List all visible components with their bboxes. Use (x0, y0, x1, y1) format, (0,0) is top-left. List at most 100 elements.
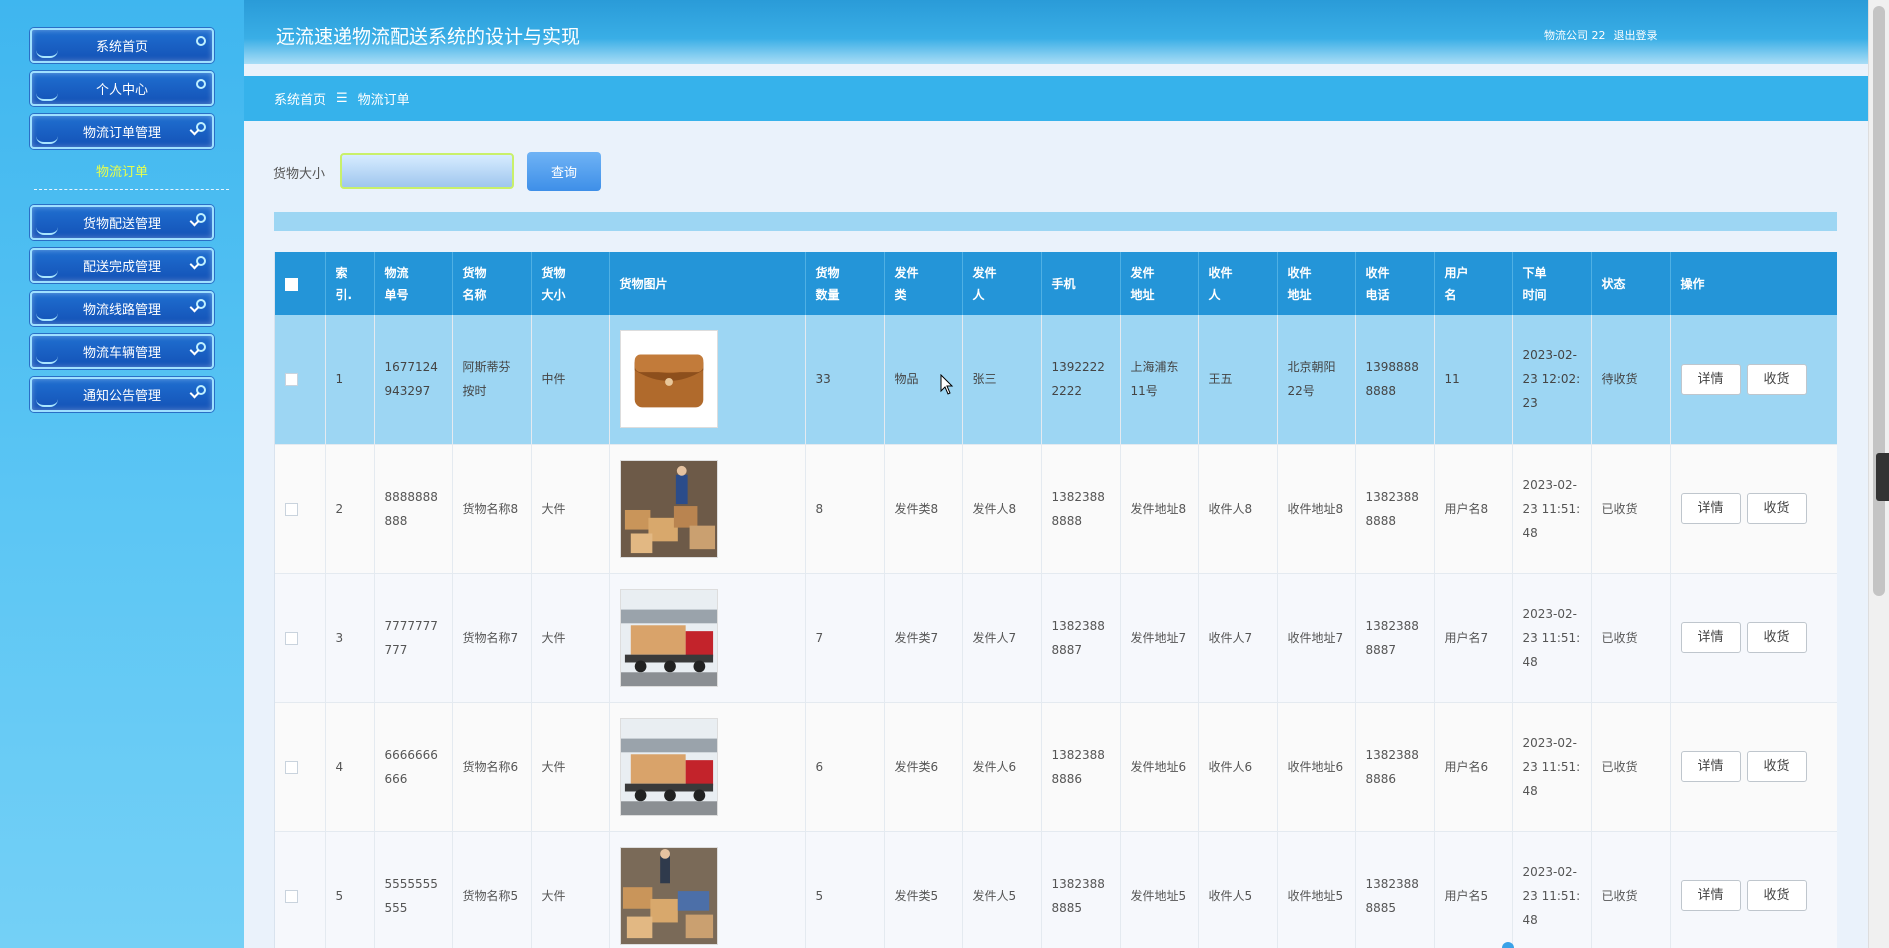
cell-name: 货物名称6 (452, 702, 532, 832)
breadcrumb-home[interactable]: 系统首页 (274, 89, 326, 108)
menu-vehicles[interactable]: 物流车辆管理 (30, 334, 214, 369)
menu-delivery[interactable]: 货物配送管理 (30, 205, 214, 240)
menu-label: 配送完成管理 (82, 260, 161, 275)
cell-index: 2 (325, 444, 375, 574)
cell-size: 中件 (531, 315, 610, 445)
truck-photo-icon[interactable] (619, 588, 718, 687)
detail-button[interactable]: 详情 (1680, 622, 1741, 653)
row-checkbox[interactable] (285, 631, 298, 645)
row-checkbox[interactable] (285, 760, 298, 774)
cell-type: 发件类8 (884, 444, 963, 574)
cell-status: 待收货 (1591, 315, 1671, 445)
cell-time: 2023-02-23 11:51:48 (1512, 831, 1592, 948)
cell-index: 3 (325, 573, 375, 703)
cell-username: 用户名8 (1434, 444, 1513, 574)
cell-status: 已收货 (1591, 444, 1671, 574)
cell-index: 1 (325, 315, 375, 445)
cell-qty: 33 (805, 315, 885, 445)
table-row[interactable]: 3 7777777777 货物名称7 大件 7 发件类7 发件人7 138238… (275, 573, 1837, 703)
receive-button[interactable]: 收货 (1746, 751, 1807, 782)
menu-notices[interactable]: 通知公告管理 (30, 377, 214, 412)
cell-actions: 详情 收货 (1670, 315, 1837, 445)
table-row[interactable]: 5 5555555555 货物名称5 大件 5 发件类5 发件人5 138238… (275, 831, 1837, 948)
receive-button[interactable]: 收货 (1746, 363, 1807, 395)
detail-button[interactable]: 详情 (1680, 751, 1741, 782)
cell-recv-phone: 13988888888 (1355, 315, 1435, 445)
sidebar: 系统首页 个人中心 物流订单管理 物流订单 货物配送管理 配送完成管理 物流线路… (0, 0, 244, 948)
back-to-top-icon[interactable] (1502, 942, 1514, 948)
menu-profile[interactable]: 个人中心 (30, 71, 214, 106)
cell-recv-phone: 13823888887 (1355, 573, 1435, 703)
detail-button[interactable]: 详情 (1680, 880, 1741, 911)
cell-send-addr: 发件地址7 (1120, 573, 1199, 703)
breadcrumb-current: 物流订单 (357, 93, 410, 108)
col-send-addr: 发件 地址 (1120, 252, 1199, 315)
scrollbar-thumb[interactable] (1873, 6, 1885, 596)
col-index: 索引. (325, 252, 375, 315)
cell-username: 11 (1434, 315, 1513, 445)
menu-orders[interactable]: 物流订单管理 (30, 114, 214, 149)
parcels-photo-icon[interactable] (619, 459, 718, 558)
receive-button[interactable]: 收货 (1746, 493, 1807, 524)
menu-routes[interactable]: 物流线路管理 (30, 291, 214, 326)
menu-completed[interactable]: 配送完成管理 (30, 248, 214, 283)
side-panel-tab[interactable] (1876, 453, 1889, 501)
breadcrumb: 系统首页 ☰ 物流订单 (244, 76, 1868, 121)
cell-actions: 详情 收货 (1670, 831, 1837, 948)
cell-time: 2023-02-23 12:02:23 (1512, 315, 1592, 445)
logout-link[interactable]: 退出登录 (1614, 29, 1658, 42)
col-qty: 货物 数量 (805, 252, 885, 315)
cell-name: 货物名称5 (452, 831, 532, 948)
cell-send-addr: 发件地址8 (1120, 444, 1199, 574)
col-sender: 发件人 (962, 252, 1042, 315)
cell-time: 2023-02-23 11:51:48 (1512, 444, 1592, 574)
detail-button[interactable]: 详情 (1680, 493, 1741, 524)
cell-recv-addr: 收件地址8 (1277, 444, 1356, 574)
cell-phone: 13922222222 (1041, 315, 1121, 445)
ornament-icon (36, 399, 58, 407)
cell-name: 货物名称7 (452, 573, 532, 703)
table-row[interactable]: 2 8888888888 货物名称8 大件 8 发件类8 发件人8 138238… (275, 444, 1837, 574)
cell-index: 4 (325, 702, 375, 832)
cell-recv-addr: 北京朝阳22号 (1277, 315, 1356, 445)
ornament-icon (36, 356, 58, 364)
size-search-input[interactable] (340, 153, 514, 189)
truck-photo-icon[interactable] (619, 717, 718, 816)
menu-label: 个人中心 (95, 83, 148, 98)
user-name: 物流公司 22 (1544, 29, 1606, 42)
cell-phone: 13823888887 (1041, 573, 1121, 703)
cell-time: 2023-02-23 11:51:48 (1512, 702, 1592, 832)
parcels-photo-icon[interactable] (619, 846, 718, 945)
row-checkbox[interactable] (285, 373, 298, 387)
receive-button[interactable]: 收货 (1746, 880, 1807, 911)
search-button[interactable]: 查询 (527, 152, 601, 191)
submenu-orders[interactable]: 物流订单 (30, 161, 214, 180)
cell-sender: 发件人5 (962, 831, 1042, 948)
bag-photo-icon[interactable] (619, 330, 718, 429)
cell-time: 2023-02-23 11:51:48 (1512, 573, 1592, 703)
row-checkbox[interactable] (285, 889, 298, 903)
user-area: 物流公司 22 退出登录 (1544, 27, 1658, 43)
cell-order-no: 5555555555 (374, 831, 453, 948)
cell-qty: 7 (805, 573, 885, 703)
select-all-checkbox[interactable] (285, 277, 298, 291)
cell-image (609, 444, 806, 574)
cell-sender: 张三 (962, 315, 1042, 445)
cell-order-no: 6666666666 (374, 702, 453, 832)
receive-button[interactable]: 收货 (1746, 622, 1807, 653)
table-row[interactable]: 4 6666666666 货物名称6 大件 6 发件类6 发件人6 138238… (275, 702, 1837, 832)
cell-image (609, 831, 806, 948)
cell-order-no: 1677124943297 (374, 315, 453, 445)
cell-qty: 5 (805, 831, 885, 948)
menu-home[interactable]: 系统首页 (30, 28, 214, 63)
col-receiver: 收件人 (1198, 252, 1278, 315)
row-checkbox[interactable] (285, 502, 298, 516)
cell-size: 大件 (531, 702, 610, 832)
row-select-cell (275, 444, 326, 574)
table-row[interactable]: 1 1677124943297 阿斯蒂芬按时 中件 33 物品 张三 13922… (275, 315, 1837, 445)
cell-actions: 详情 收货 (1670, 444, 1837, 574)
cell-receiver: 收件人8 (1198, 444, 1278, 574)
detail-button[interactable]: 详情 (1680, 363, 1741, 395)
header: 远流速递物流配送系统的设计与实现 物流公司 22 退出登录 (244, 0, 1868, 64)
ornament-icon (196, 79, 206, 89)
